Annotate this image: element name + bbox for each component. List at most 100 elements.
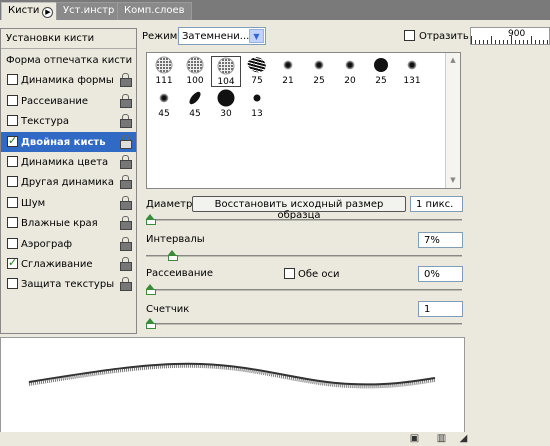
lock-icon[interactable] <box>120 236 132 251</box>
brush-setting-checkbox[interactable] <box>7 94 18 106</box>
scatter-field[interactable]: 0% <box>418 266 463 282</box>
stroke-preview-svg <box>28 362 436 389</box>
chevron-down-icon[interactable]: ▼ <box>249 29 264 43</box>
brush-setting-item[interactable]: Рассеивание <box>1 91 136 111</box>
brush-settings-list: Установки кисти Форма отпечатка кисти Дин… <box>0 28 137 334</box>
ruler: 900 <box>470 27 550 45</box>
intervals-slider-track[interactable] <box>146 255 462 257</box>
brush-tip-icon <box>155 56 173 74</box>
brushes-panel: Кисти ▶ Уст.инстр Комп.слоев Установки ки… <box>0 0 550 446</box>
brush-setting-item[interactable]: Динамика формы <box>1 70 136 90</box>
brush-setting-item[interactable]: Динамика цвета <box>1 152 136 172</box>
lock-icon[interactable] <box>120 93 132 108</box>
brush-setting-checkbox[interactable] <box>7 278 18 290</box>
brush-preset[interactable]: 30 <box>211 89 241 120</box>
brush-preset[interactable]: 131 <box>397 56 427 87</box>
brush-setting-checkbox[interactable] <box>7 156 18 167</box>
brush-setting-checkbox[interactable] <box>7 217 18 229</box>
counter-slider-track[interactable] <box>146 323 462 325</box>
brush-setting-checkbox[interactable] <box>7 237 18 249</box>
brush-tip-icon <box>217 89 235 107</box>
brush-preset-size: 75 <box>251 76 263 86</box>
intervals-field[interactable]: 7% <box>418 232 463 248</box>
ruler-tick <box>543 40 544 44</box>
reflect-checkbox[interactable] <box>404 30 415 41</box>
panel-menu-arrow-icon[interactable]: ▶ <box>42 7 54 18</box>
intervals-slider-knob[interactable] <box>168 250 179 261</box>
brush-setting-checkbox[interactable] <box>7 196 18 208</box>
brush-preset[interactable]: 21 <box>273 56 303 87</box>
lock-icon[interactable] <box>120 155 132 169</box>
diameter-field[interactable]: 1 пикс. <box>410 196 463 212</box>
brush-setting-item[interactable]: Аэрограф <box>1 234 136 254</box>
lock-icon[interactable] <box>120 277 132 292</box>
lock-icon[interactable] <box>120 134 132 149</box>
brush-setting-checkbox[interactable] <box>7 256 18 269</box>
brush-preset[interactable]: 25 <box>304 56 334 87</box>
brush-setting-label: Форма отпечатка кисти <box>6 55 133 66</box>
trash-icon[interactable]: ▥ <box>436 433 447 444</box>
brush-setting-item[interactable]: Влажные края <box>1 213 136 233</box>
ruler-tick <box>535 40 536 44</box>
brush-preset-size: 30 <box>220 109 232 119</box>
lock-icon[interactable] <box>120 216 132 231</box>
brush-setting-item[interactable]: Сглаживание <box>1 254 136 274</box>
both-axes-checkbox[interactable] <box>284 268 295 279</box>
lock-icon[interactable] <box>120 175 132 190</box>
tab-layer-comps[interactable]: Комп.слоев <box>117 2 192 20</box>
ruler-tick <box>523 40 524 44</box>
counter-slider-knob[interactable] <box>146 318 156 329</box>
brush-setting-checkbox[interactable] <box>7 134 18 147</box>
new-preset-icon[interactable]: ▣ <box>409 433 420 444</box>
tab-brushes[interactable]: Кисти ▶ <box>1 2 61 20</box>
brush-tip-icon <box>374 58 388 72</box>
ruler-tick <box>531 36 532 44</box>
presets-scrollbar[interactable]: ▲ ▼ <box>445 53 460 188</box>
brush-preset[interactable]: 13 <box>242 89 272 120</box>
brush-setting-label: Другая динамика <box>21 177 114 189</box>
brush-setting-item[interactable]: Шум <box>1 193 136 213</box>
tab-tool-presets-label: Уст.инстр <box>63 5 115 16</box>
brush-setting-item[interactable]: Другая динамика <box>1 172 136 192</box>
brush-setting-label: Текстура <box>21 116 70 128</box>
brush-preset[interactable]: 100 <box>180 56 210 87</box>
brush-setting-item[interactable]: Защита текстуры <box>1 274 136 294</box>
lock-icon[interactable] <box>120 114 132 129</box>
brush-tip-icon <box>217 57 235 75</box>
diameter-slider-knob[interactable] <box>146 214 156 225</box>
diameter-slider-track[interactable] <box>146 219 462 221</box>
scatter-slider-knob[interactable] <box>146 284 156 295</box>
tab-layer-comps-label: Комп.слоев <box>124 5 185 16</box>
counter-field[interactable]: 1 <box>418 301 463 317</box>
ruler-tick <box>511 36 512 44</box>
brush-preset-size: 131 <box>403 76 421 86</box>
brush-setting-item[interactable]: Форма отпечатка кисти <box>1 50 136 70</box>
brush-tip-icon <box>407 60 417 70</box>
lock-icon[interactable] <box>120 257 132 271</box>
tab-tool-presets[interactable]: Уст.инстр <box>56 2 122 20</box>
brush-setting-checkbox[interactable] <box>7 115 18 127</box>
lock-icon[interactable] <box>120 195 132 210</box>
scroll-down-icon[interactable]: ▼ <box>447 174 459 187</box>
brush-preset[interactable]: 45 <box>149 89 179 120</box>
brush-preset[interactable]: 25 <box>366 56 396 87</box>
brush-setting-item[interactable]: Двойная кисть <box>1 131 136 152</box>
brush-preset[interactable]: 104 <box>211 56 241 87</box>
brush-settings-header[interactable]: Установки кисти <box>1 29 136 49</box>
scatter-slider-track[interactable] <box>146 289 462 291</box>
brush-setting-checkbox[interactable] <box>7 74 18 86</box>
brush-preset[interactable]: 111 <box>149 56 179 87</box>
mode-select[interactable]: Затемнени... ▼ <box>178 27 266 45</box>
brush-preset[interactable]: 45 <box>180 89 210 120</box>
lock-icon[interactable] <box>120 73 132 88</box>
resize-grip-icon[interactable]: ◢ <box>458 433 469 444</box>
brush-preset[interactable]: 20 <box>335 56 365 87</box>
brush-setting-checkbox[interactable] <box>7 176 18 188</box>
brush-setting-item[interactable]: Текстура <box>1 111 136 131</box>
ruler-tick <box>507 40 508 44</box>
scroll-up-icon[interactable]: ▲ <box>447 54 459 67</box>
restore-size-button[interactable]: Восстановить исходный размер образца <box>192 196 406 221</box>
brush-preset-size: 25 <box>313 76 325 86</box>
brush-preset[interactable]: 75 <box>242 54 272 87</box>
tab-bar: Кисти ▶ Уст.инстр Комп.слоев <box>0 0 550 20</box>
